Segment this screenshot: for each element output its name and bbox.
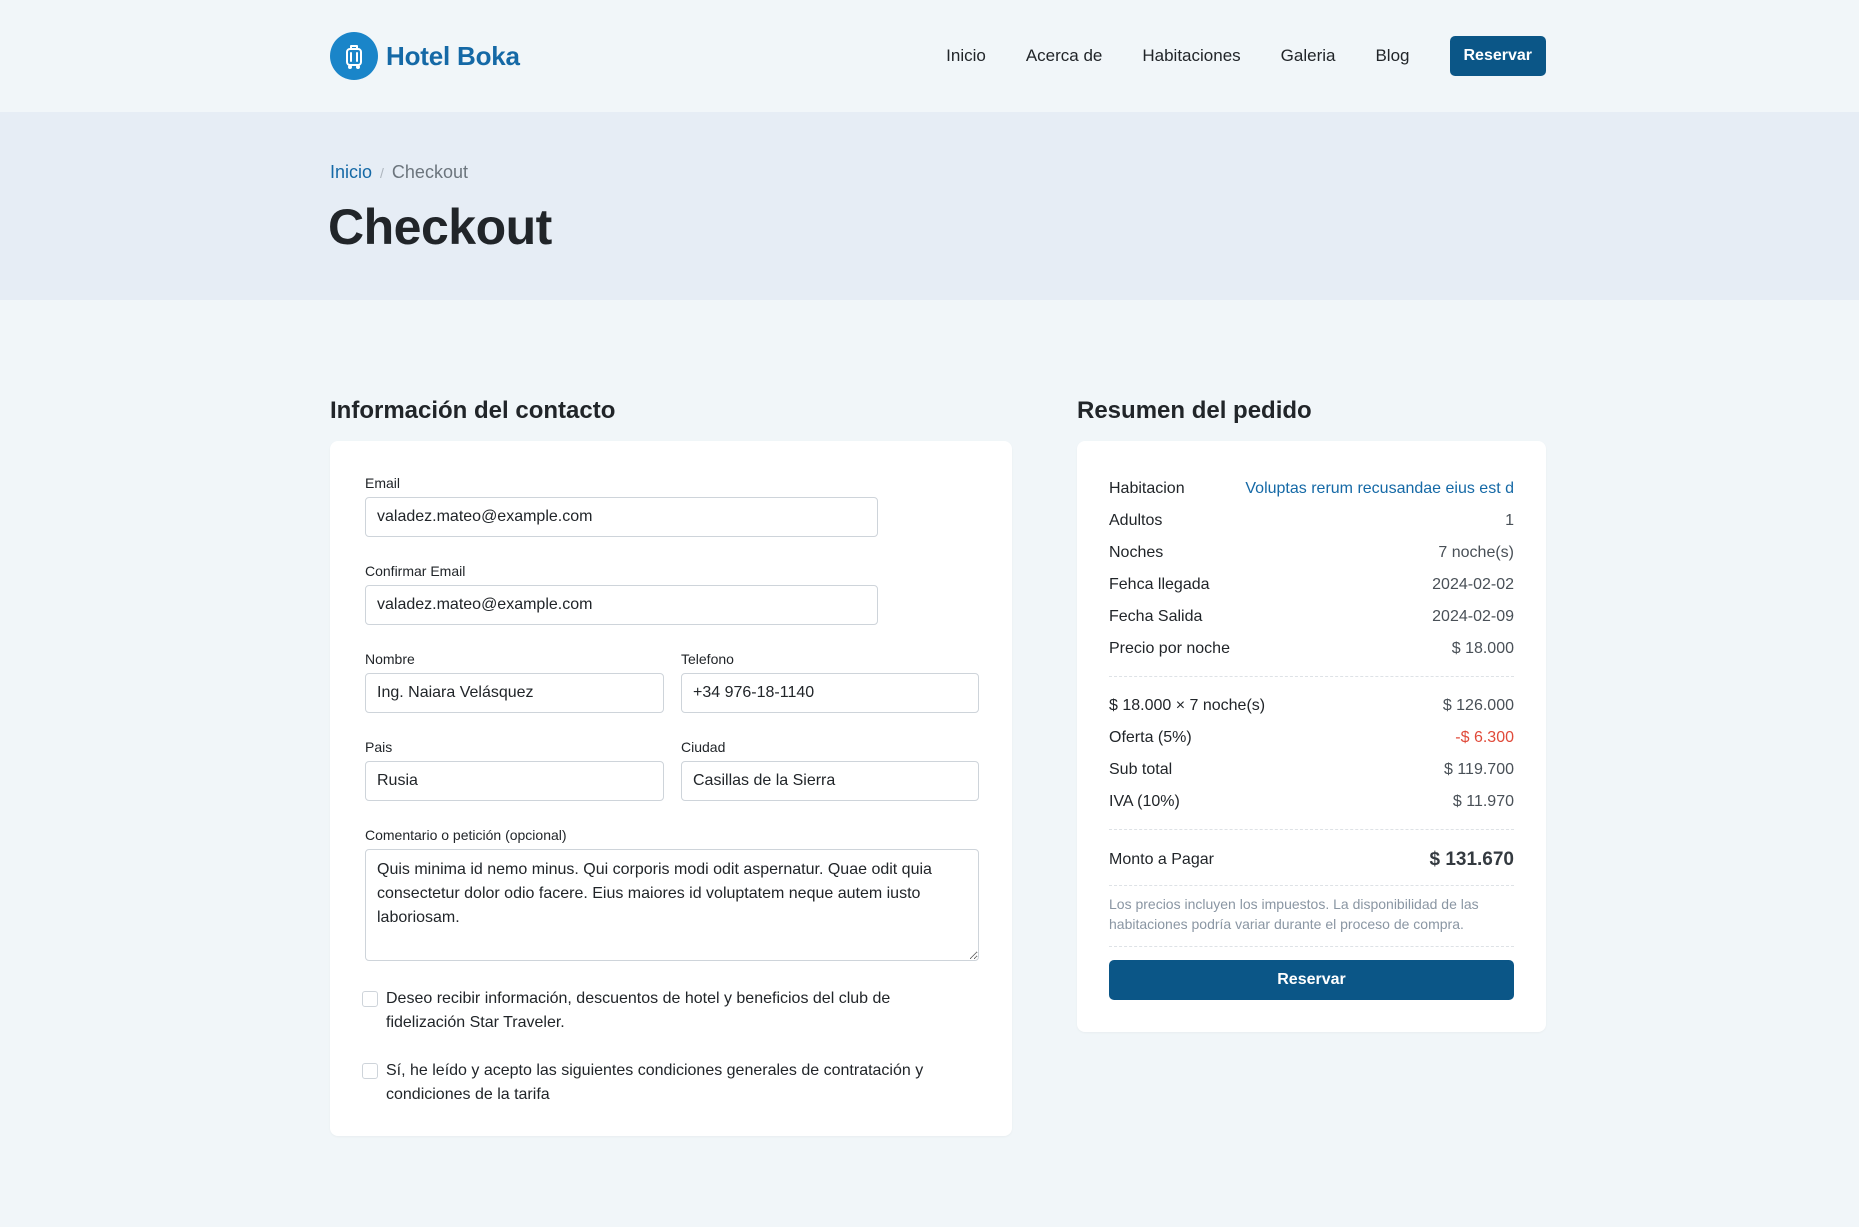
summary-adults-row: Adultos 1 — [1109, 509, 1514, 533]
city-label: Ciudad — [681, 739, 726, 755]
nav-item-inicio[interactable]: Inicio — [946, 46, 986, 66]
contact-form-card: Email Confirmar Email Nombre Telefono Pa… — [330, 441, 1012, 1136]
confirm-email-label: Confirmar Email — [365, 563, 466, 579]
summary-section-title: Resumen del pedido — [1077, 397, 1312, 424]
summary-total-label: Monto a Pagar — [1109, 851, 1214, 868]
terms-checkbox[interactable] — [362, 1063, 378, 1079]
summary-checkout-value: 2024-02-09 — [1432, 608, 1514, 625]
summary-tax-label: IVA (10%) — [1109, 793, 1180, 810]
summary-calc-row: $ 18.000 × 7 noche(s) $ 126.000 — [1109, 694, 1514, 718]
name-field[interactable] — [365, 673, 664, 713]
phone-label: Telefono — [681, 651, 734, 667]
summary-price-label: Precio por noche — [1109, 640, 1230, 657]
summary-subtotal-label: Sub total — [1109, 761, 1173, 778]
summary-offer-row: Oferta (5%) -$ 6.300 — [1109, 726, 1514, 750]
nav-item-blog[interactable]: Blog — [1375, 46, 1409, 66]
newsletter-label: Deseo recibir información, descuentos de… — [386, 990, 891, 1031]
confirm-email-field[interactable] — [365, 585, 878, 625]
nav-item-acerca[interactable]: Acerca de — [1026, 46, 1103, 66]
comment-textarea[interactable]: Quis minima id nemo minus. Qui corporis … — [365, 849, 979, 961]
summary-note: Los precios incluyen los impuestos. La d… — [1109, 896, 1479, 932]
summary-checkout-label: Fecha Salida — [1109, 608, 1203, 625]
page-title: Checkout — [328, 199, 552, 255]
summary-tax-row: IVA (10%) $ 11.970 — [1109, 790, 1514, 814]
country-field[interactable] — [365, 761, 664, 801]
newsletter-option: Deseo recibir información, descuentos de… — [362, 987, 956, 1035]
contact-section-title: Información del contacto — [330, 397, 616, 424]
summary-checkout-row: Fecha Salida 2024-02-09 — [1109, 605, 1514, 629]
terms-option: Sí, he leído y acepto las siguientes con… — [362, 1059, 956, 1107]
nav-item-galeria[interactable]: Galeria — [1281, 46, 1336, 66]
summary-price-row: Precio por noche $ 18.000 — [1109, 637, 1514, 661]
city-field[interactable] — [681, 761, 979, 801]
breadcrumb: Inicio / Checkout — [330, 162, 468, 183]
summary-divider — [1109, 885, 1514, 886]
summary-checkin-label: Fehca llegada — [1109, 576, 1210, 593]
email-field[interactable] — [365, 497, 878, 537]
country-label: Pais — [365, 739, 393, 755]
summary-nights-label: Noches — [1109, 544, 1164, 561]
newsletter-checkbox[interactable] — [362, 991, 378, 1007]
brand-link[interactable]: Hotel Boka — [330, 32, 520, 80]
summary-adults-value: 1 — [1505, 512, 1514, 529]
phone-field[interactable] — [681, 673, 979, 713]
breadcrumb-separator: / — [380, 164, 384, 181]
summary-checkin-value: 2024-02-02 — [1432, 576, 1514, 593]
page-hero: Inicio / Checkout Checkout — [0, 112, 1859, 300]
summary-nights-row: Noches 7 noche(s) — [1109, 541, 1514, 565]
summary-calc-label: $ 18.000 × 7 noche(s) — [1109, 697, 1266, 714]
terms-label: Sí, he leído y acepto las siguientes con… — [386, 1062, 924, 1103]
summary-subtotal-value: $ 119.700 — [1444, 761, 1514, 778]
summary-calc-value: $ 126.000 — [1442, 697, 1514, 714]
summary-total-row: Monto a Pagar $ 131.670 — [1109, 843, 1514, 877]
email-label: Email — [365, 475, 401, 491]
summary-nights-value: 7 noche(s) — [1438, 544, 1514, 561]
summary-divider — [1109, 946, 1514, 947]
brand-name: Hotel Boka — [386, 40, 520, 71]
summary-room-label: Habitacion — [1109, 480, 1185, 497]
breadcrumb-home-link[interactable]: Inicio — [330, 162, 372, 183]
name-label: Nombre — [365, 651, 415, 667]
comment-label: Comentario o petición (opcional) — [365, 827, 567, 843]
summary-offer-value: -$ 6.300 — [1455, 729, 1514, 746]
main-nav: Inicio Acerca de Habitaciones Galeria Bl… — [946, 36, 1546, 76]
summary-price-value: $ 18.000 — [1451, 640, 1514, 657]
order-summary-card: Habitacion Voluptas rerum recusandae eiu… — [1077, 441, 1546, 1032]
summary-room-row: Habitacion Voluptas rerum recusandae eiu… — [1109, 477, 1514, 501]
summary-room-link[interactable]: Voluptas rerum recusandae eius est d — [1245, 480, 1514, 498]
summary-adults-label: Adultos — [1109, 512, 1163, 529]
summary-divider — [1109, 676, 1514, 677]
summary-divider — [1109, 829, 1514, 830]
summary-subtotal-row: Sub total $ 119.700 — [1109, 758, 1514, 782]
summary-checkin-row: Fehca llegada 2024-02-02 — [1109, 573, 1514, 597]
summary-offer-label: Oferta (5%) — [1109, 729, 1192, 746]
summary-total-value: $ 131.670 — [1429, 849, 1514, 870]
nav-reserve-button[interactable]: Reservar — [1449, 36, 1546, 76]
nav-item-habitaciones[interactable]: Habitaciones — [1142, 46, 1240, 66]
reserve-button[interactable]: Reservar — [1109, 960, 1514, 1000]
breadcrumb-current: Checkout — [391, 162, 468, 182]
luggage-icon — [330, 32, 378, 80]
site-header: Hotel Boka Inicio Acerca de Habitaciones… — [0, 0, 1859, 112]
summary-tax-value: $ 11.970 — [1452, 793, 1514, 810]
